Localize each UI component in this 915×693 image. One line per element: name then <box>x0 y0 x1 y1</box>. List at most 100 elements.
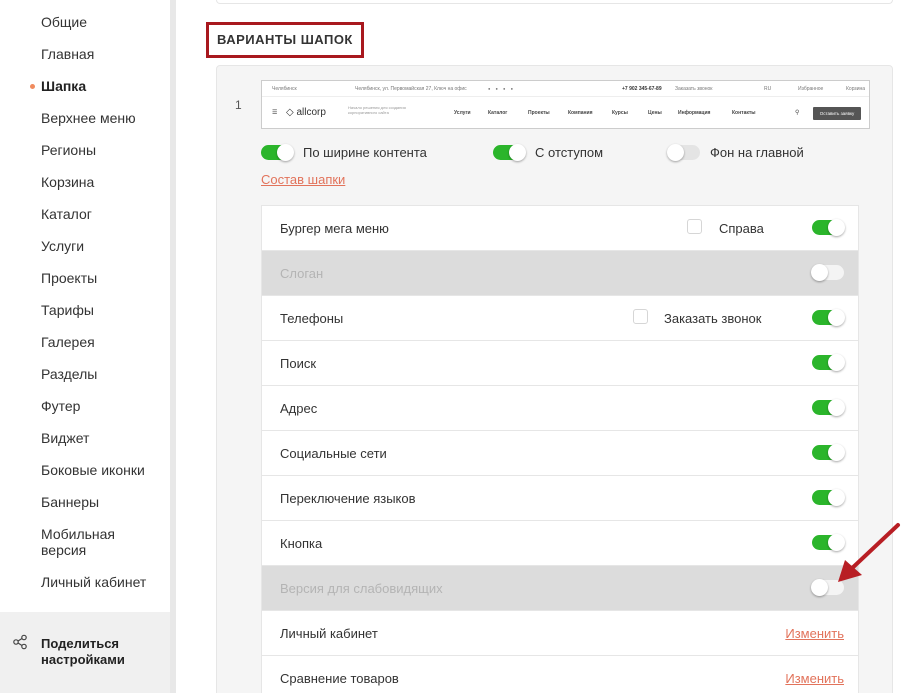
option-content-width[interactable]: По ширине контента <box>261 143 427 161</box>
share-settings-button[interactable]: Поделиться настройками <box>0 612 170 693</box>
row-label: Слоган <box>280 266 324 281</box>
header-element-row: Версия для слабовидящих <box>262 566 858 611</box>
sidebar-nav: Общие Главная Шапка Верхнее меню Регионы Корз… <box>0 6 170 598</box>
option-label: По ширине контента <box>303 144 427 160</box>
sidebar-item[interactable]: Верхнее меню <box>0 102 170 134</box>
option-home-background[interactable]: Фон на главной <box>667 143 804 161</box>
content-width-toggle[interactable] <box>261 143 294 161</box>
row-toggle[interactable] <box>812 399 845 416</box>
preview-search-icon: ⚲ <box>795 110 800 116</box>
header-element-row: Телефоны Заказать звонок <box>262 296 858 341</box>
sidebar-item[interactable]: Каталог <box>0 198 170 230</box>
row-label: Личный кабинет <box>280 626 378 641</box>
section-title: ВАРИАНТЫ ШАПОК <box>206 22 364 58</box>
header-composition-link[interactable]: Состав шапки <box>261 172 345 187</box>
preview-menu-item: Проекты <box>528 110 550 116</box>
sidebar-item[interactable]: Проекты <box>0 262 170 294</box>
toggle-knob <box>811 579 828 596</box>
sidebar-item[interactable]: Общие <box>0 6 170 38</box>
preview-social-icons: ● ● ● ● <box>488 86 515 91</box>
row-toggle[interactable] <box>811 264 844 281</box>
row-checkbox-label: Заказать звонок <box>664 311 762 326</box>
toggle-knob <box>828 489 845 506</box>
preview-burger-icon: ☰ <box>272 110 278 116</box>
header-element-row: Сравнение товаров Изменить <box>262 656 858 693</box>
sidebar-item[interactable]: Корзина <box>0 166 170 198</box>
row-toggle[interactable] <box>812 219 845 236</box>
with-padding-toggle[interactable] <box>493 143 526 161</box>
option-with-padding[interactable]: С отступом <box>493 143 603 161</box>
sidebar-item-label: Корзина <box>41 174 95 190</box>
header-element-row: Социальные сети <box>262 431 858 476</box>
row-label: Телефоны <box>280 311 344 326</box>
row-toggle[interactable] <box>812 444 845 461</box>
header-element-row: Бургер мега меню Справа <box>262 206 858 251</box>
row-label: Сравнение товаров <box>280 671 399 686</box>
toggle-knob <box>828 309 845 326</box>
sidebar-item-label: Каталог <box>41 206 92 222</box>
preview-menu-item: Услуги <box>454 110 471 116</box>
toggle-knob <box>828 399 845 416</box>
share-icon <box>13 634 27 650</box>
preview-menu-item: Компания <box>568 110 593 116</box>
settings-page: Общие Главная Шапка Верхнее меню Регионы Корз… <box>0 0 915 693</box>
row-checkbox[interactable] <box>633 309 648 324</box>
sidebar-item[interactable]: Разделы <box>0 358 170 390</box>
sidebar-item[interactable]: Виджет <box>0 422 170 454</box>
header-elements-list: Бургер мега меню Справа Слоган Телефоны Зака… <box>261 205 859 693</box>
sidebar-item[interactable]: Главная <box>0 38 170 70</box>
row-toggle[interactable] <box>812 354 845 371</box>
row-label: Версия для слабовидящих <box>280 581 443 596</box>
sidebar-item-label: Тарифы <box>41 302 94 318</box>
toggle-knob <box>828 219 845 236</box>
sidebar-item-label: Проекты <box>41 270 98 286</box>
row-label: Поиск <box>280 356 317 371</box>
row-checkbox[interactable] <box>687 219 702 234</box>
sidebar-item[interactable]: Тарифы <box>0 294 170 326</box>
preview-top-bar: Челябинск Челябинск, ул. Первомайская 27… <box>262 81 869 97</box>
preview-menu-item: Контакты <box>732 110 756 116</box>
preview-favorites: Избранное <box>798 86 824 92</box>
active-dot <box>30 84 35 89</box>
variant-number: 1 <box>235 98 242 112</box>
header-element-row: Кнопка <box>262 521 858 566</box>
sidebar-item-label: Услуги <box>41 238 85 254</box>
settings-sidebar: Общие Главная Шапка Верхнее меню Регионы Корз… <box>0 0 172 693</box>
header-preview[interactable]: Челябинск Челябинск, ул. Первомайская 27… <box>261 80 870 129</box>
row-toggle[interactable] <box>812 489 845 506</box>
sidebar-item[interactable]: Регионы <box>0 134 170 166</box>
preview-city: Челябинск <box>272 86 297 92</box>
row-toggle[interactable] <box>812 309 845 326</box>
sidebar-item[interactable]: Баннеры <box>0 486 170 518</box>
header-element-row: Переключение языков <box>262 476 858 521</box>
sidebar-item[interactable]: Шапка <box>0 70 170 102</box>
preview-slogan: Начало решения для создания корпоративно… <box>348 105 406 115</box>
sidebar-item[interactable]: Футер <box>0 390 170 422</box>
sidebar-item[interactable]: Галерея <box>0 326 170 358</box>
sidebar-item-label: Баннеры <box>41 494 100 510</box>
sidebar-item-label: Регионы <box>41 142 97 158</box>
row-toggle[interactable] <box>811 579 844 596</box>
preview-menu-item: Курсы <box>612 110 628 116</box>
sidebar-item-label: Главная <box>41 46 95 62</box>
previous-card-edge <box>216 0 893 4</box>
home-background-toggle[interactable] <box>667 143 700 161</box>
row-edit-link[interactable]: Изменить <box>785 671 844 686</box>
row-toggle[interactable] <box>812 534 845 551</box>
toggle-knob <box>828 354 845 371</box>
header-element-row: Слоган <box>262 251 858 296</box>
sidebar-item[interactable]: Услуги <box>0 230 170 262</box>
preview-menu-item: Цены <box>648 110 662 116</box>
sidebar-item-label: Боковые иконки <box>41 462 145 478</box>
share-settings-label: Поделиться настройками <box>41 636 125 667</box>
sidebar-item[interactable]: Личный кабинет <box>0 566 170 598</box>
sidebar-item[interactable]: Боковые иконки <box>0 454 170 486</box>
main-content: ВАРИАНТЫ ШАПОК 1 Челябинск Челябинск, ул… <box>176 0 915 693</box>
preview-cart: Корзина <box>846 86 866 92</box>
sidebar-item-label: Личный кабинет <box>41 574 147 590</box>
sidebar-item[interactable]: Мобильная версия <box>0 518 170 566</box>
row-edit-link[interactable]: Изменить <box>785 626 844 641</box>
sidebar-item-label: Галерея <box>41 334 95 350</box>
row-checkbox-label: Справа <box>719 221 764 236</box>
row-label: Адрес <box>280 401 318 416</box>
